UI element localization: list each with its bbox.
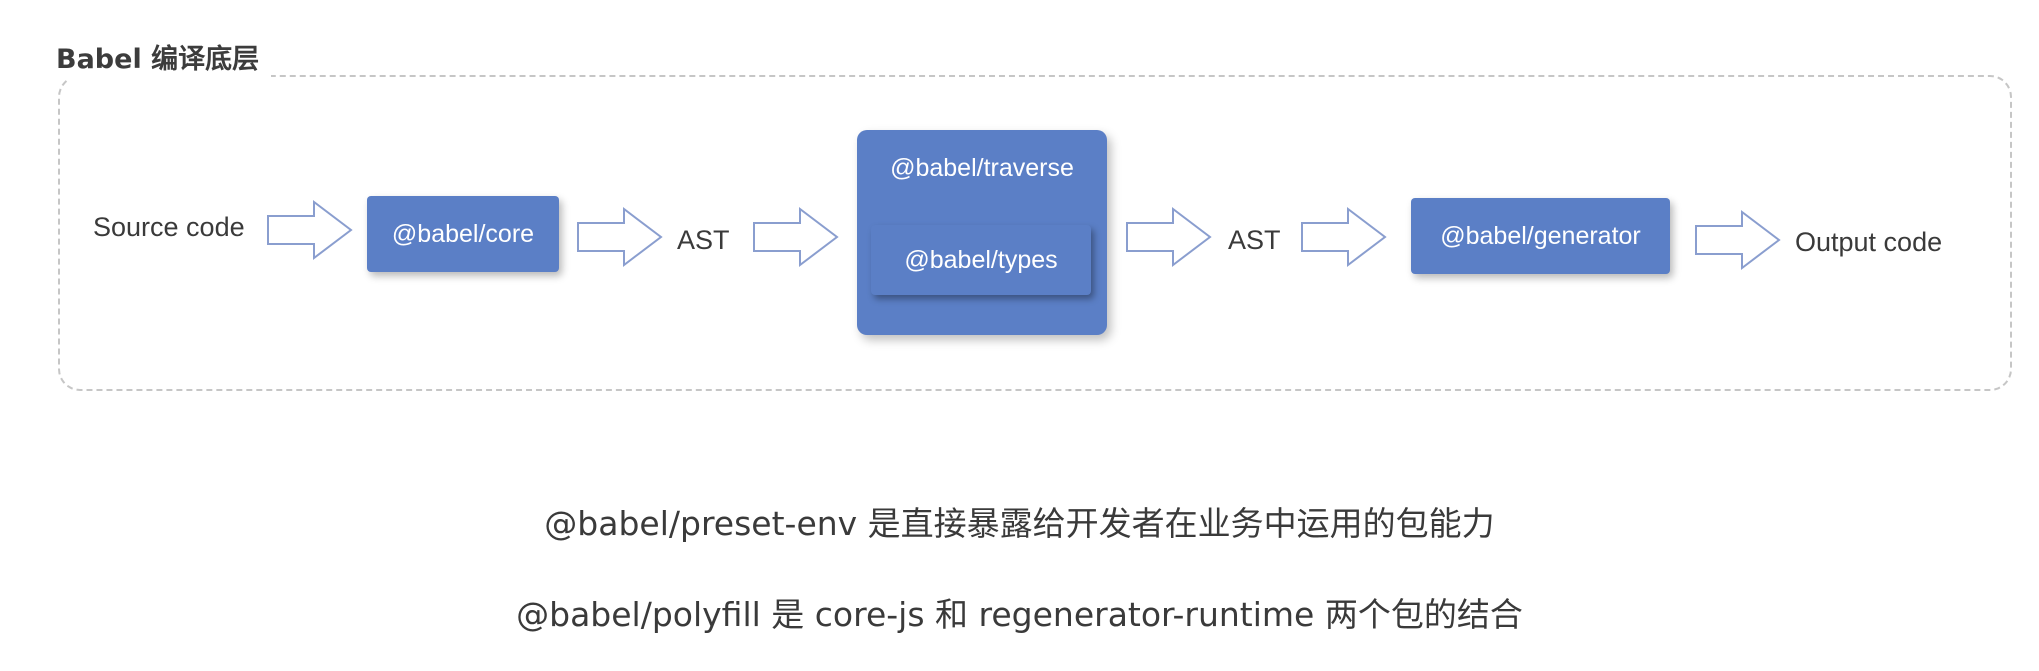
hollow-right-arrow-icon: [1126, 206, 1212, 268]
ast-label-2: AST: [1228, 225, 1281, 255]
hollow-right-arrow-icon: [267, 199, 353, 261]
hollow-right-arrow-icon: [1301, 206, 1387, 268]
caption-preset-env: @babel/preset-env 是直接暴露给开发者在业务中运用的包能力: [544, 504, 1495, 543]
source-code-label: Source code: [93, 212, 245, 242]
babel-types-box: @babel/types: [871, 225, 1091, 295]
hollow-right-arrow-icon: [1695, 209, 1781, 271]
traverse-container: @babel/traverse @babel/types: [857, 130, 1107, 335]
hollow-right-arrow-icon: [753, 206, 839, 268]
babel-traverse-label: @babel/traverse: [890, 154, 1074, 182]
babel-core-box: @babel/core: [367, 196, 559, 272]
hollow-right-arrow-icon: [577, 206, 663, 268]
output-code-label: Output code: [1795, 227, 1943, 257]
babel-generator-box: @babel/generator: [1411, 198, 1670, 274]
frame-title: Babel 编译底层: [50, 40, 272, 80]
ast-label-1: AST: [677, 225, 730, 255]
caption-polyfill: @babel/polyfill 是 core-js 和 regenerator-…: [516, 595, 1523, 634]
